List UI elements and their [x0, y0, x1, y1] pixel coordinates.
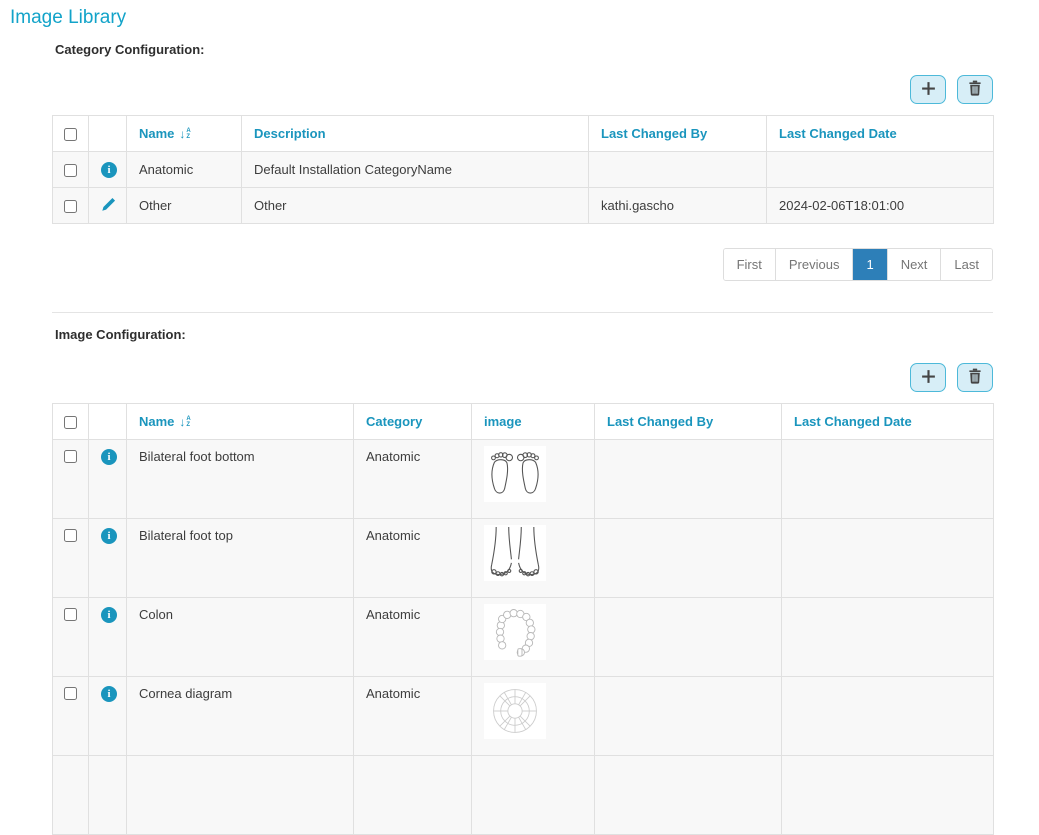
image-last-changed-by	[595, 440, 782, 519]
name-column-header[interactable]: Name↓AZ	[127, 116, 242, 152]
image-category: Anatomic	[354, 440, 472, 519]
image-last-changed-by	[595, 598, 782, 677]
add-image-button[interactable]	[910, 363, 946, 392]
category-row-other: Other Other kathi.gascho 2024-02-06T18:0…	[53, 188, 994, 224]
image-column-header: image	[472, 404, 595, 440]
bilateral-foot-top-drawing	[484, 525, 546, 581]
category-description: Other	[242, 188, 589, 224]
actions-column-header	[89, 404, 127, 440]
image-last-changed-by	[595, 677, 782, 756]
delete-category-button[interactable]	[957, 75, 993, 104]
last-changed-date-column-header: Last Changed Date	[782, 404, 994, 440]
name-column-header[interactable]: Name↓AZ	[127, 404, 354, 440]
category-last-changed-by: kathi.gascho	[589, 188, 767, 224]
pagination-page-1-button[interactable]: 1	[852, 249, 886, 280]
row-checkbox[interactable]	[64, 608, 77, 621]
image-category: Anatomic	[354, 598, 472, 677]
image-table-header-row: Name↓AZ Category image Last Changed By L…	[53, 404, 994, 440]
select-all-images-checkbox[interactable]	[64, 416, 77, 429]
description-column-header: Description	[242, 116, 589, 152]
row-checkbox[interactable]	[64, 164, 77, 177]
row-checkbox[interactable]	[64, 200, 77, 213]
category-table-header-row: Name↓AZ Description Last Changed By Last…	[53, 116, 994, 152]
image-row-bilateral-foot-top: i Bilateral foot top Anatomic	[53, 519, 994, 598]
category-configuration-table: Name↓AZ Description Last Changed By Last…	[52, 115, 994, 224]
category-column-header: Category	[354, 404, 472, 440]
cornea-diagram-drawing	[484, 683, 546, 739]
image-thumbnail-cell	[472, 440, 595, 519]
info-icon[interactable]: i	[101, 607, 117, 623]
section-divider	[52, 312, 993, 313]
sort-alpha-down-icon: ↓AZ	[179, 416, 190, 428]
row-checkbox[interactable]	[64, 450, 77, 463]
category-last-changed-by	[589, 152, 767, 188]
plus-icon	[920, 368, 937, 388]
image-configuration-table: Name↓AZ Category image Last Changed By L…	[52, 403, 994, 835]
image-last-changed-date	[782, 598, 994, 677]
last-changed-date-column-header: Last Changed Date	[767, 116, 994, 152]
actions-column-header	[89, 116, 127, 152]
row-checkbox[interactable]	[64, 529, 77, 542]
info-icon[interactable]: i	[101, 686, 117, 702]
plus-icon	[920, 80, 937, 100]
select-all-categories-cell	[53, 116, 89, 152]
delete-image-button[interactable]	[957, 363, 993, 392]
image-name: Colon	[127, 598, 354, 677]
pagination-last-button[interactable]: Last	[940, 249, 992, 280]
page-title: Image Library	[10, 6, 1039, 30]
select-all-images-cell	[53, 404, 89, 440]
category-name: Anatomic	[127, 152, 242, 188]
category-toolbar	[52, 75, 993, 104]
image-toolbar	[52, 363, 993, 392]
image-last-changed-date	[782, 519, 994, 598]
pagination-previous-button[interactable]: Previous	[775, 249, 853, 280]
image-name: Bilateral foot bottom	[127, 440, 354, 519]
sort-alpha-down-icon: ↓AZ	[179, 128, 190, 140]
edit-icon[interactable]	[101, 197, 116, 215]
category-description: Default Installation CategoryName	[242, 152, 589, 188]
select-all-categories-checkbox[interactable]	[64, 128, 77, 141]
pagination-next-button[interactable]: Next	[887, 249, 941, 280]
trash-icon	[967, 80, 983, 99]
image-category: Anatomic	[354, 677, 472, 756]
image-name: Bilateral foot top	[127, 519, 354, 598]
image-configuration-heading: Image Configuration:	[55, 327, 1039, 342]
info-icon[interactable]: i	[101, 162, 117, 178]
image-thumbnail-cell	[472, 677, 595, 756]
bilateral-foot-bottom-drawing	[484, 446, 546, 502]
image-row-bilateral-foot-bottom: i Bilateral foot bottom Anatomic	[53, 440, 994, 519]
image-last-changed-by	[595, 519, 782, 598]
category-row-anatomic: i Anatomic Default Installation Category…	[53, 152, 994, 188]
image-category: Anatomic	[354, 519, 472, 598]
trash-icon	[967, 368, 983, 387]
image-row-colon: i Colon Anatomic	[53, 598, 994, 677]
last-changed-by-column-header: Last Changed By	[589, 116, 767, 152]
image-last-changed-date	[782, 677, 994, 756]
add-category-button[interactable]	[910, 75, 946, 104]
image-name: Cornea diagram	[127, 677, 354, 756]
image-row-cornea-diagram: i Cornea diagram Anatomic	[53, 677, 994, 756]
info-icon[interactable]: i	[101, 528, 117, 544]
category-last-changed-date	[767, 152, 994, 188]
image-last-changed-date	[782, 440, 994, 519]
category-last-changed-date: 2024-02-06T18:01:00	[767, 188, 994, 224]
category-name: Other	[127, 188, 242, 224]
image-thumbnail-cell	[472, 598, 595, 677]
category-pagination: First Previous 1 Next Last	[52, 248, 993, 281]
category-configuration-heading: Category Configuration:	[55, 42, 1039, 57]
row-checkbox[interactable]	[64, 687, 77, 700]
image-thumbnail-cell	[472, 519, 595, 598]
colon-drawing	[484, 604, 546, 660]
last-changed-by-column-header: Last Changed By	[595, 404, 782, 440]
pagination-first-button[interactable]: First	[724, 249, 775, 280]
info-icon[interactable]: i	[101, 449, 117, 465]
image-row-partial	[53, 756, 994, 835]
